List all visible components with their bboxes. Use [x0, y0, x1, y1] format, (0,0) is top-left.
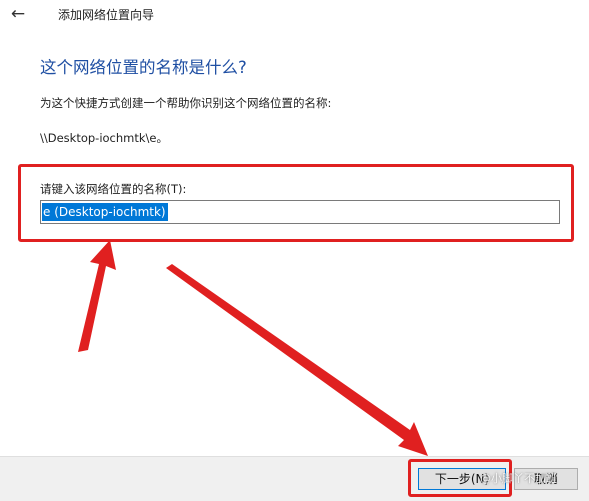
back-arrow-icon[interactable]: ←	[6, 3, 30, 25]
annotation-highlight-box	[18, 164, 574, 242]
network-address: \\Desktop-iochmtk\e。	[40, 131, 168, 145]
title-bar: ← 添加网络位置向导	[0, 0, 589, 30]
annotation-arrow-down	[166, 264, 428, 456]
page-heading: 这个网络位置的名称是什么?	[40, 58, 247, 77]
instruction-text: 为这个快捷方式创建一个帮助你识别这个网络位置的名称:	[40, 96, 332, 110]
annotation-arrow-up	[78, 240, 116, 352]
window-title: 添加网络位置向导	[58, 8, 155, 22]
watermark-text: @小脚丫不加班	[480, 472, 557, 485]
